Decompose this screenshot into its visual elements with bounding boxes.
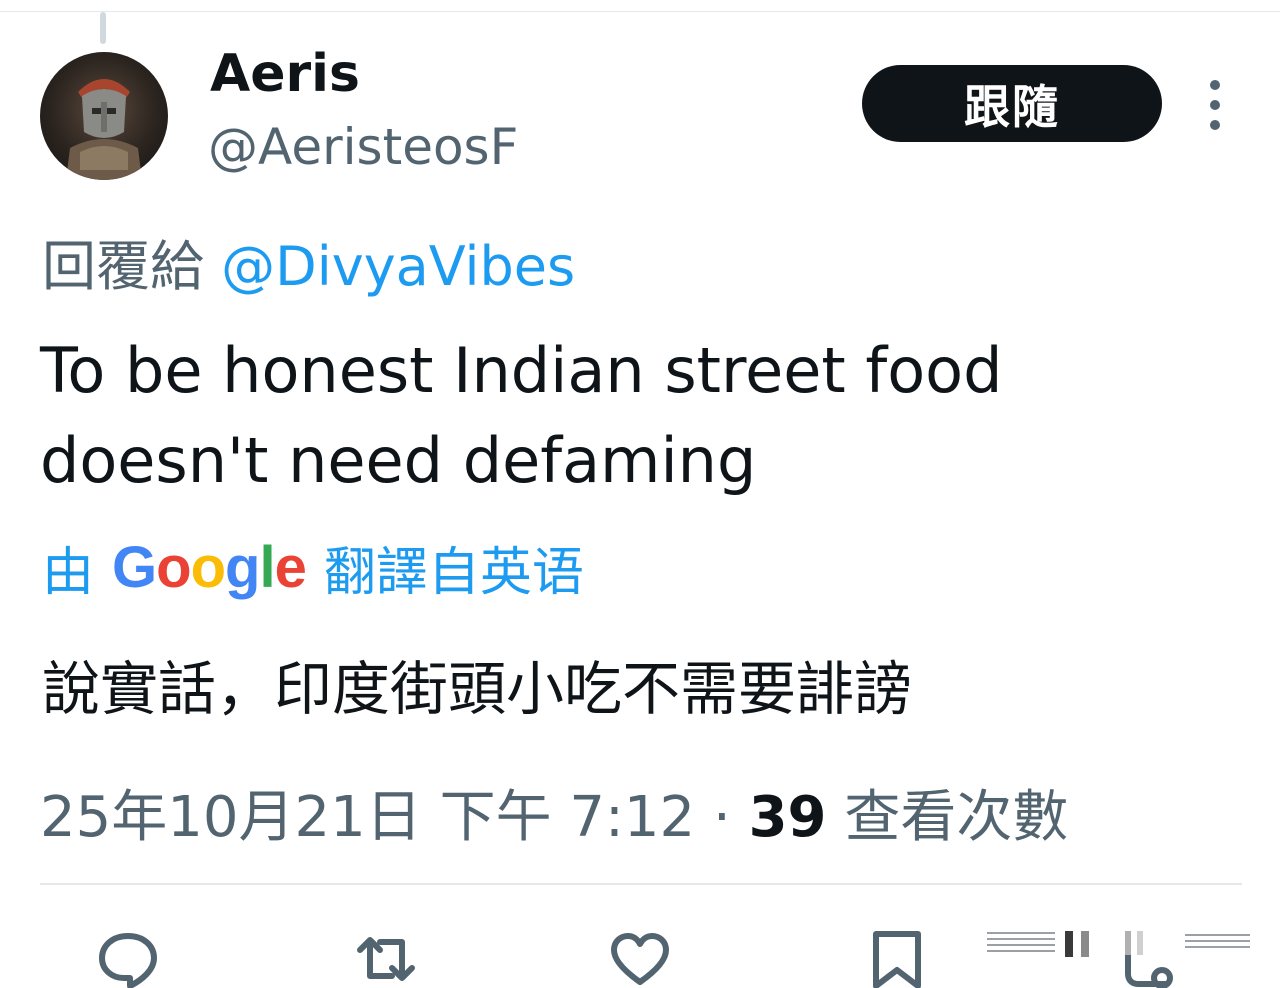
views-count[interactable]: 39 xyxy=(749,785,827,850)
more-vertical-icon[interactable] xyxy=(1200,80,1230,130)
google-logo: Google xyxy=(112,534,307,601)
tweet-text: To be honest Indian street food doesn't … xyxy=(40,334,1003,497)
translated-text: 說實話，印度街頭小吃不需要誹謗 xyxy=(42,655,913,723)
translation-prefix: 由 xyxy=(42,543,95,603)
reply-icon xyxy=(99,933,157,988)
reply-button[interactable] xyxy=(96,930,160,988)
google-logo-letter: o xyxy=(156,535,191,600)
like-button[interactable] xyxy=(608,930,672,988)
retweet-icon xyxy=(357,937,415,981)
thread-connector-line xyxy=(100,12,106,44)
google-logo-letter: l xyxy=(259,535,275,600)
avatar[interactable] xyxy=(40,52,168,180)
reply-prefix: 回覆給 xyxy=(42,235,204,298)
watermark-overlay xyxy=(985,927,1255,988)
translation-suffix: 翻譯自英语 xyxy=(323,543,584,603)
google-logo-letter: g xyxy=(225,535,260,600)
google-logo-letter: G xyxy=(112,535,157,600)
google-logo-letter: e xyxy=(274,535,307,600)
bookmark-button[interactable] xyxy=(870,930,924,988)
meta-separator: · xyxy=(712,785,731,850)
top-divider xyxy=(0,11,1280,12)
timestamp[interactable]: 25年10月21日 下午 7:12 xyxy=(40,785,695,850)
tweet-detail: Aeris @AeristeosF 跟隨 回覆給 @DivyaVibes To … xyxy=(0,0,1280,988)
heart-icon xyxy=(611,933,669,985)
author-display-name[interactable]: Aeris xyxy=(210,44,360,104)
google-logo-letter: o xyxy=(190,535,226,600)
reply-context: 回覆給 @DivyaVibes xyxy=(42,222,575,301)
translation-attribution[interactable]: 由 Google 翻譯自英语 xyxy=(42,530,584,605)
bookmark-icon xyxy=(873,931,921,988)
follow-button[interactable]: 跟隨 xyxy=(862,65,1162,142)
views-label[interactable]: 查看次數 xyxy=(844,785,1068,850)
armored-helmet-avatar-icon xyxy=(66,79,142,180)
tweet-meta: 25年10月21日 下午 7:12 · 39 查看次數 xyxy=(40,772,1068,853)
actions-divider xyxy=(40,883,1242,885)
retweet-button[interactable] xyxy=(350,930,422,988)
reply-mention-link[interactable]: @DivyaVibes xyxy=(221,235,575,298)
author-handle[interactable]: @AeristeosF xyxy=(208,118,518,176)
